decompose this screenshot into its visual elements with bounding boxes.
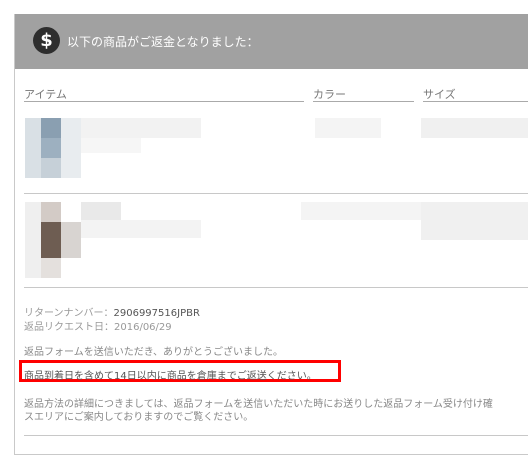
footer-divider xyxy=(24,435,528,436)
column-color-underline xyxy=(313,101,414,102)
header-title: 以下の商品がご返金となりました： xyxy=(67,35,259,49)
column-size: サイズ xyxy=(423,88,456,101)
request-date-label: 返品リクエスト日： xyxy=(24,322,114,333)
refund-panel: $ 以下の商品がご返金となりました： アイテム カラー サイズ リターンナンバー… xyxy=(14,14,528,455)
thanks-message: 返品フォームを送信いただき、ありがとうございました。 xyxy=(24,347,283,358)
request-date-value: 2016/06/29 xyxy=(114,322,172,333)
column-item: アイテム xyxy=(24,88,67,101)
column-color: カラー xyxy=(313,88,346,101)
dollar-icon: $ xyxy=(33,27,60,54)
request-date: 返品リクエスト日：2016/06/29 xyxy=(24,318,172,333)
column-item-underline xyxy=(24,101,304,102)
row-divider xyxy=(24,193,528,194)
return-number: リターンナンバー：2906997516JPBR xyxy=(24,304,200,319)
row-divider xyxy=(24,287,528,288)
panel-header: $ 以下の商品がご返金となりました： xyxy=(15,14,528,69)
return-deadline-notice: 商品到着日を含めて14日以内に商品を倉庫までご返送ください。 xyxy=(24,371,317,382)
column-size-underline xyxy=(423,101,528,102)
details-message-line2: スエリアにご案内しておりますのでご覧ください。 xyxy=(24,412,254,423)
